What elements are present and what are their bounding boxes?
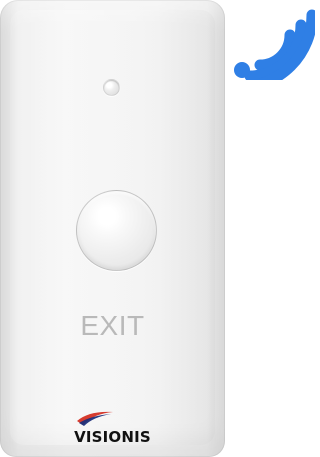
exit-switch-panel: EXIT VISIONIS xyxy=(0,0,225,457)
exit-label: EXIT xyxy=(80,310,145,341)
brand-name: VISIONIS xyxy=(74,428,151,446)
wifi-signal-icon xyxy=(234,9,315,80)
status-led xyxy=(103,79,120,96)
exit-button[interactable] xyxy=(76,190,157,271)
product-image: EXIT VISIONIS xyxy=(0,0,315,457)
swoosh-icon xyxy=(77,411,113,426)
